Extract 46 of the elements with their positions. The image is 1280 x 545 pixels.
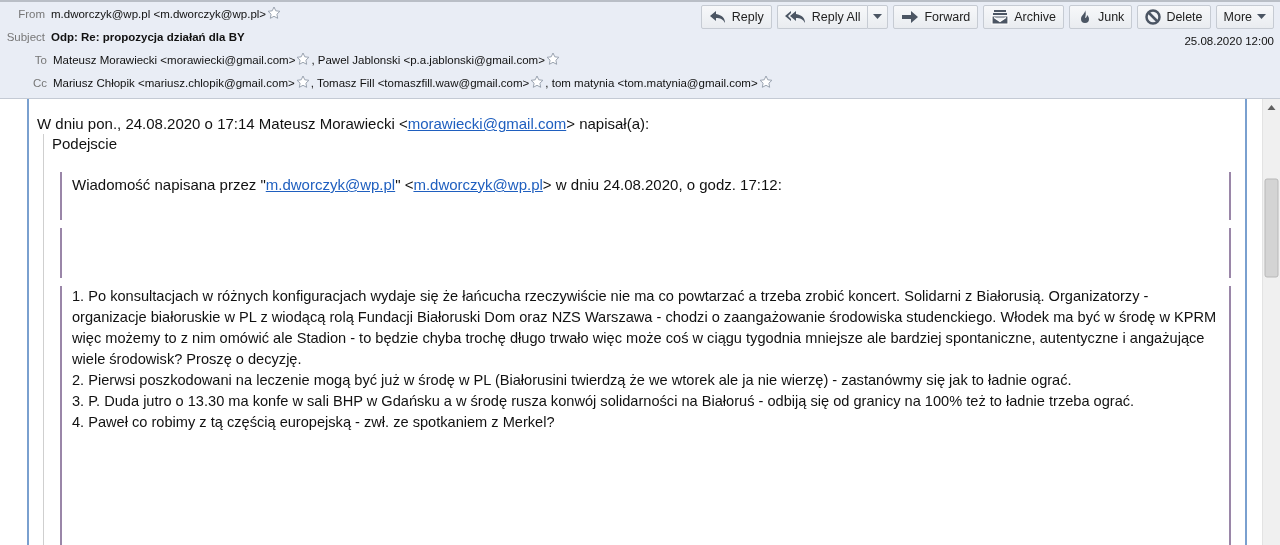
reply-text: Podejscie xyxy=(52,134,118,154)
date-text: 25.08.2020 12:00 xyxy=(1184,35,1274,47)
field-label: From xyxy=(17,7,45,20)
message-paragraph: 1. Po konsultacjach w różnych konfiguracjach wydaje się że łańcucha rzeczywiście nie ma co powtarzać a trzeba zrobić koncert. Solidarni z Białorusią. Organizatorzy - organizacje białoruskie w PL z wiodącą rolą Fundacji Białoruski Dom oraz NZS Warszawa - chodzi o zaangażowanie środowiska studenckiego. Włodek ma być w środę w KPRM więc możemy to z nim omówić ale Stadion - to będzie chyba trochę długo trwało więc może coś w ciągu tygodnia mniejsze ale bardziej spontaniczne, autentyczne i angażujące wiele środowisk? Proszę o decyzję. xyxy=(72,287,1218,369)
star-icon[interactable] xyxy=(758,74,773,89)
star-icon[interactable] xyxy=(267,5,282,20)
reply-all-button[interactable]: Reply All xyxy=(776,5,868,29)
scrollbar[interactable] xyxy=(1262,99,1280,545)
star-icon[interactable] xyxy=(545,51,560,66)
quote-attribution: W dniu pon., 24.08.2020 o 17:14 Mateusz Morawiecki <morawiecki@gmail.com> napisał(a): xyxy=(37,114,651,134)
message-paragraph: 3. P. Duda jutro o 13.30 ma konfe w sali BHP w Gdańsku a w środę rusza konwój solidarności na Białoruś - odbiją się od granicy na 100% też to ładnie trzeba ograć. xyxy=(72,392,1136,411)
dropdown-button[interactable] xyxy=(867,5,889,29)
toolbar-button[interactable]: Delete xyxy=(1137,5,1211,29)
toolbar-button[interactable]: Junk xyxy=(1068,5,1133,29)
toolbar-button[interactable]: Reply xyxy=(700,5,772,29)
scrollbar-thumb[interactable] xyxy=(1264,178,1279,278)
message-paragraph: 4. Paweł co robimy z tą częścią europejską - zwł. ze spotkaniem z Merkel? xyxy=(72,413,556,432)
field-label: Subject xyxy=(5,30,45,43)
forward-icon xyxy=(901,9,920,25)
scroll-up-icon[interactable] xyxy=(1267,105,1276,110)
delete-icon xyxy=(1145,9,1162,25)
email-link[interactable]: m.dworczyk@wp.pl xyxy=(413,176,543,193)
address-text[interactable]: Mateusz Morawiecki <morawiecki@gmail.com> xyxy=(53,53,296,66)
email-link[interactable]: morawiecki@gmail.com xyxy=(407,115,567,132)
address-text[interactable]: m.dworczyk@wp.pl <m.dworczyk@wp.pl> xyxy=(51,7,267,20)
address-text[interactable]: , Tomasz Fill <tomaszfill.waw@gmail.com> xyxy=(310,76,530,89)
star-icon[interactable] xyxy=(296,51,311,66)
email-link[interactable]: m.dworczyk@wp.pl xyxy=(265,176,396,193)
caret-icon xyxy=(873,14,883,20)
quote-attribution: Wiadomość napisana przez "m.dworczyk@wp.pl" <m.dworczyk@wp.pl> w dniu 24.08.2020, o godz. 17:12: xyxy=(72,175,782,195)
address-text[interactable]: Mariusz Chłopik <mariusz.chlopik@gmail.com> xyxy=(53,76,295,89)
toolbar-button[interactable]: Forward xyxy=(893,5,979,29)
address-text[interactable]: , Pawel Jablonski <p.a.jablonski@gmail.com> xyxy=(311,53,545,66)
subject-text: Odp: Re: propozycja działań dla BY xyxy=(51,30,245,43)
address-text[interactable]: , tom matynia <tom.matynia@gmail.com> xyxy=(545,76,758,89)
more-button[interactable]: More xyxy=(1215,5,1274,29)
reply-all-icon xyxy=(784,9,807,25)
message-paragraph: 2. Pierwsi poszkodowani na leczenie mogą być już w środę w PL (Białorusini twierdzą że we wtorek ale ja nie wierzę) - zastanówmy się jak to ładnie ograć. xyxy=(72,371,1073,390)
field-label: To xyxy=(33,53,47,66)
archive-icon xyxy=(991,9,1010,25)
star-icon[interactable] xyxy=(530,74,545,89)
reply-icon xyxy=(708,9,727,25)
field-label: Cc xyxy=(31,76,47,89)
star-icon[interactable] xyxy=(295,74,310,89)
caret-icon xyxy=(1257,14,1266,20)
toolbar-button[interactable]: Archive xyxy=(983,5,1064,29)
